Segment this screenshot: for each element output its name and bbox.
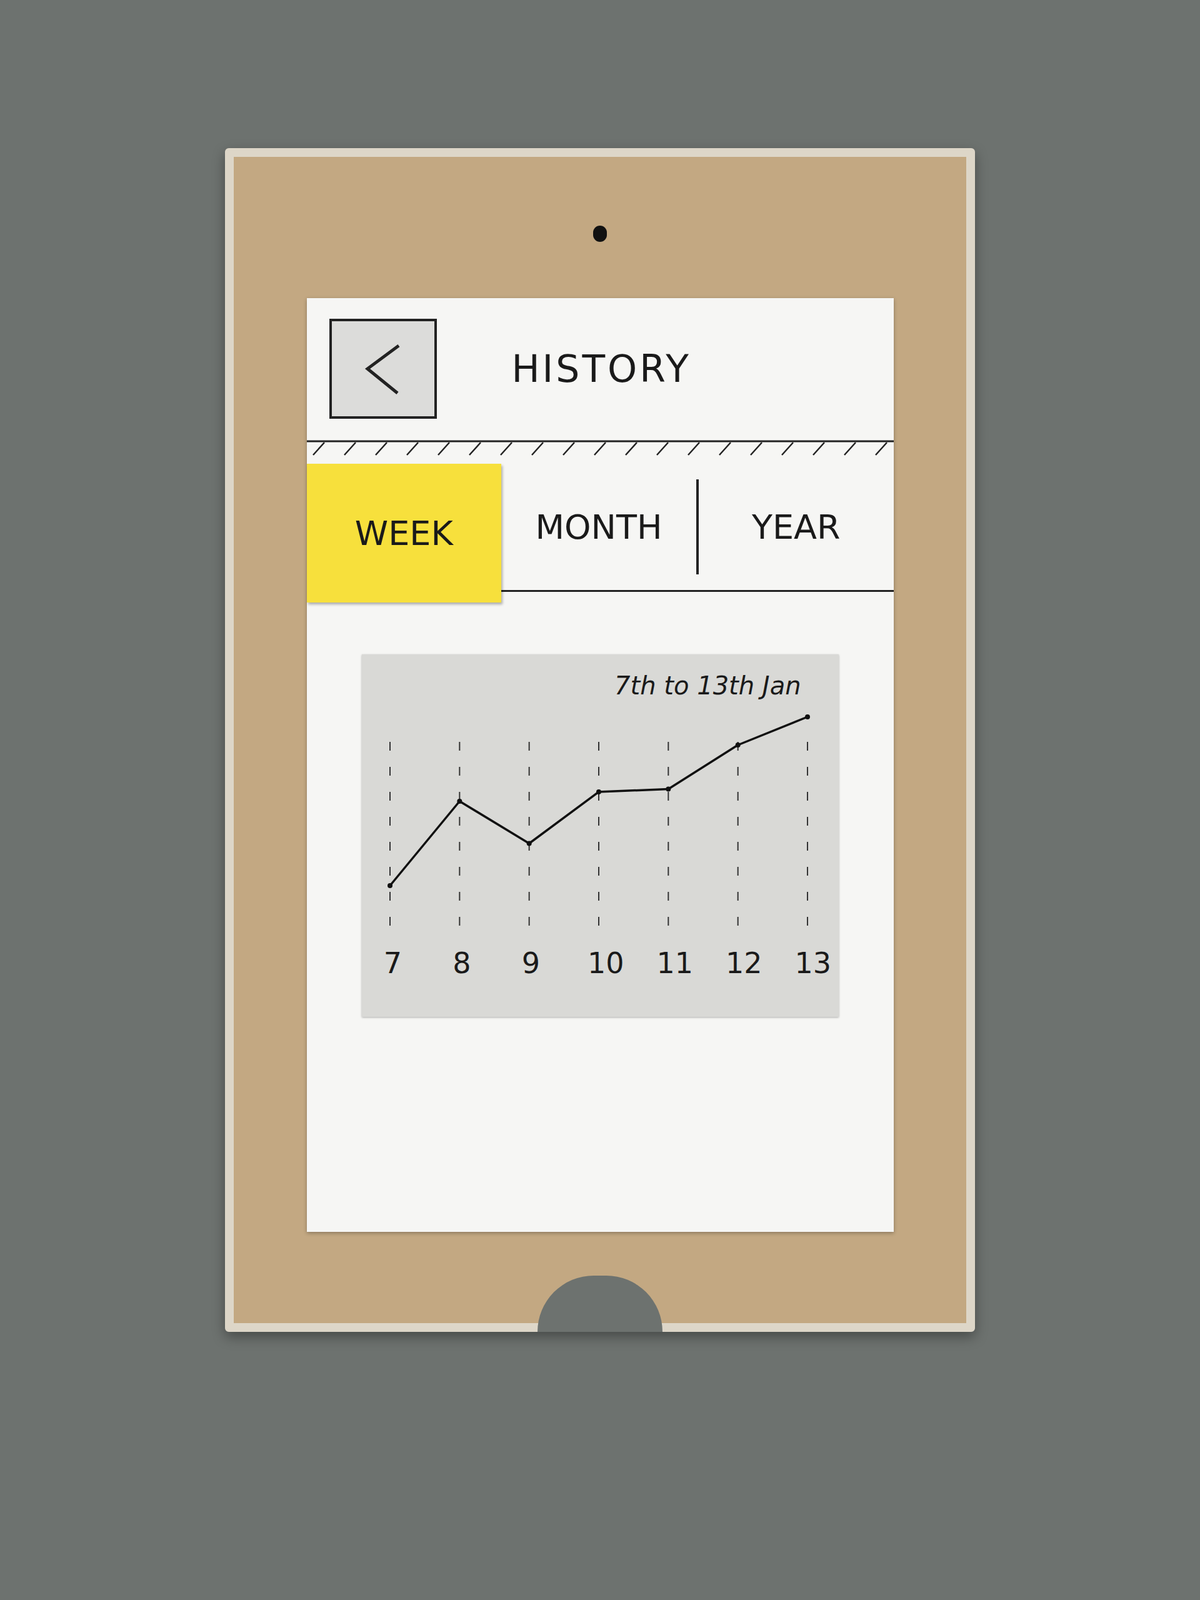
data-point — [665, 786, 671, 792]
line-segment — [668, 745, 738, 790]
data-point — [387, 883, 393, 889]
line-segment — [528, 791, 599, 844]
x-tick: 10 — [587, 941, 613, 985]
x-tick: 12 — [725, 941, 751, 985]
x-tick: 7 — [380, 941, 406, 985]
x-tick: 13 — [795, 941, 820, 985]
camera-dot-icon — [593, 225, 607, 242]
chart-card: 7th to 13th Jan 789 10 11 12 13 — [361, 654, 839, 1017]
tab[interactable]: YEAR — [696, 479, 894, 575]
header: HISTORY — [306, 298, 894, 439]
gridline — [806, 741, 809, 936]
gridline — [598, 741, 600, 936]
x-tick: 11 — [656, 941, 682, 985]
gridline — [528, 741, 530, 936]
back-arrow-icon — [361, 340, 405, 397]
tab[interactable]: MONTH — [501, 463, 697, 590]
data-point — [805, 714, 810, 720]
photo-background: HISTORY WEEKMONTHYEAR 7th to 13th Jan 78… — [0, 0, 1200, 1600]
tab[interactable]: WEEK — [306, 463, 502, 603]
gridline — [667, 741, 669, 936]
line-segment — [737, 716, 807, 745]
data-point — [526, 841, 532, 847]
gridline — [389, 741, 391, 936]
line-segment — [390, 801, 460, 886]
paper-screen: HISTORY WEEKMONTHYEAR 7th to 13th Jan 78… — [306, 298, 894, 1232]
line-segment — [598, 789, 669, 793]
back-button[interactable] — [329, 318, 437, 419]
data-point — [596, 789, 602, 795]
x-tick: 9 — [518, 941, 544, 985]
gridline — [736, 741, 739, 936]
screen-title: HISTORY — [511, 340, 692, 397]
gridline — [458, 741, 460, 936]
chart-title: 7th to 13th Jan — [614, 666, 801, 705]
x-axis: 789 10 11 12 13 — [374, 941, 827, 985]
line-chart — [374, 704, 827, 942]
x-tick: 8 — [449, 941, 475, 985]
data-point — [735, 742, 740, 748]
hatched-divider — [306, 438, 894, 458]
line-segment — [459, 801, 529, 844]
data-point — [456, 798, 462, 804]
tab-bar: WEEKMONTHYEAR — [306, 463, 894, 592]
thumb-notch — [537, 1275, 663, 1332]
cardboard-phone: HISTORY WEEKMONTHYEAR 7th to 13th Jan 78… — [225, 148, 975, 1332]
